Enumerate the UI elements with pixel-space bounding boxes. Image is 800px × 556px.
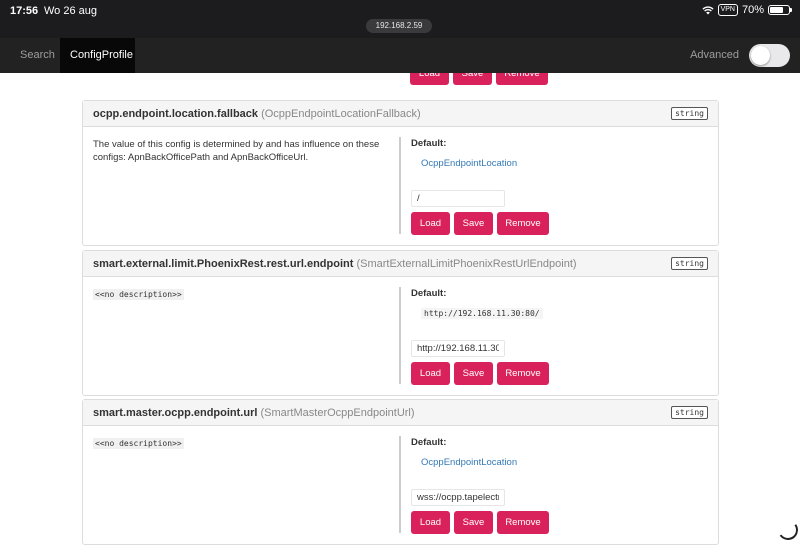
load-button[interactable]: Load	[411, 362, 450, 385]
config-panel: ocpp.endpoint.location.fallback (OcppEnd…	[82, 100, 719, 246]
config-value-input[interactable]	[411, 190, 505, 207]
config-list[interactable]: Load Save Remove ocpp.endpoint.location.…	[0, 73, 800, 556]
previous-config-actions: Load Save Remove	[0, 73, 800, 85]
config-description: The value of this config is determined b…	[93, 139, 380, 163]
default-value-link[interactable]: OcppEndpointLocation	[421, 457, 517, 468]
config-type-name: (OcppEndpointLocationFallback)	[261, 108, 421, 120]
status-indicators: VPN 70%	[702, 4, 792, 16]
config-key: smart.external.limit.PhoenixRest.rest.ur…	[93, 258, 354, 270]
config-heading: smart.master.ocpp.endpoint.url (SmartMas…	[83, 400, 718, 426]
config-value-input[interactable]	[411, 489, 505, 506]
divider	[399, 436, 401, 533]
divider	[399, 137, 401, 234]
config-type-name: (SmartMasterOcppEndpointUrl)	[260, 407, 415, 419]
tab-configprofile[interactable]: ConfigProfile	[60, 38, 135, 73]
no-description: <<no description>>	[93, 289, 184, 300]
remove-button[interactable]: Remove	[496, 73, 548, 85]
load-button[interactable]: Load	[411, 511, 450, 534]
config-key: smart.master.ocpp.endpoint.url	[93, 407, 258, 419]
config-panel: smart.master.ocpp.endpoint.url (SmartMas…	[82, 399, 719, 545]
battery-percent: 70%	[741, 4, 764, 16]
config-description: <<no description>>	[93, 437, 383, 450]
toggle-knob	[751, 46, 770, 65]
tab-search[interactable]: Search	[10, 38, 65, 73]
save-button[interactable]: Save	[454, 511, 493, 534]
no-description: <<no description>>	[93, 438, 184, 449]
config-heading: ocpp.endpoint.location.fallback (OcppEnd…	[83, 101, 718, 127]
save-button[interactable]: Save	[453, 73, 492, 85]
load-button[interactable]: Load	[411, 212, 450, 235]
type-badge: string	[671, 406, 708, 419]
default-label: Default:	[411, 437, 447, 448]
navbar: Search ConfigProfile Advanced	[0, 38, 800, 73]
status-date: Wo 26 aug	[44, 5, 98, 17]
divider	[399, 287, 401, 384]
config-key: ocpp.endpoint.location.fallback	[93, 108, 259, 120]
remove-button[interactable]: Remove	[497, 362, 549, 385]
save-button[interactable]: Save	[454, 212, 493, 235]
address-bar[interactable]: 192.168.2.59	[366, 19, 432, 33]
type-badge: string	[671, 107, 708, 120]
save-button[interactable]: Save	[454, 362, 493, 385]
config-value-input[interactable]	[411, 340, 505, 357]
default-value-link[interactable]: OcppEndpointLocation	[421, 158, 517, 169]
config-description: <<no description>>	[93, 288, 383, 301]
status-time: 17:56	[10, 5, 39, 17]
advanced-label: Advanced	[690, 49, 739, 61]
default-label: Default:	[411, 138, 447, 149]
config-panel: smart.external.limit.PhoenixRest.rest.ur…	[82, 250, 719, 396]
default-label: Default:	[411, 288, 447, 299]
advanced-toggle[interactable]	[749, 44, 790, 67]
config-type-name: (SmartExternalLimitPhoenixRestUrlEndpoin…	[356, 258, 577, 270]
load-button[interactable]: Load	[410, 73, 449, 85]
vpn-badge: VPN	[717, 4, 738, 16]
status-bar: 17:56 Wo 26 aug 192.168.2.59 VPN 70%	[0, 0, 800, 38]
default-value-code: http://192.168.11.30:80/	[421, 308, 543, 319]
wifi-icon	[702, 6, 714, 15]
config-heading: smart.external.limit.PhoenixRest.rest.ur…	[83, 251, 718, 277]
type-badge: string	[671, 257, 708, 270]
battery-icon	[768, 5, 792, 15]
remove-button[interactable]: Remove	[497, 212, 549, 235]
remove-button[interactable]: Remove	[497, 511, 549, 534]
